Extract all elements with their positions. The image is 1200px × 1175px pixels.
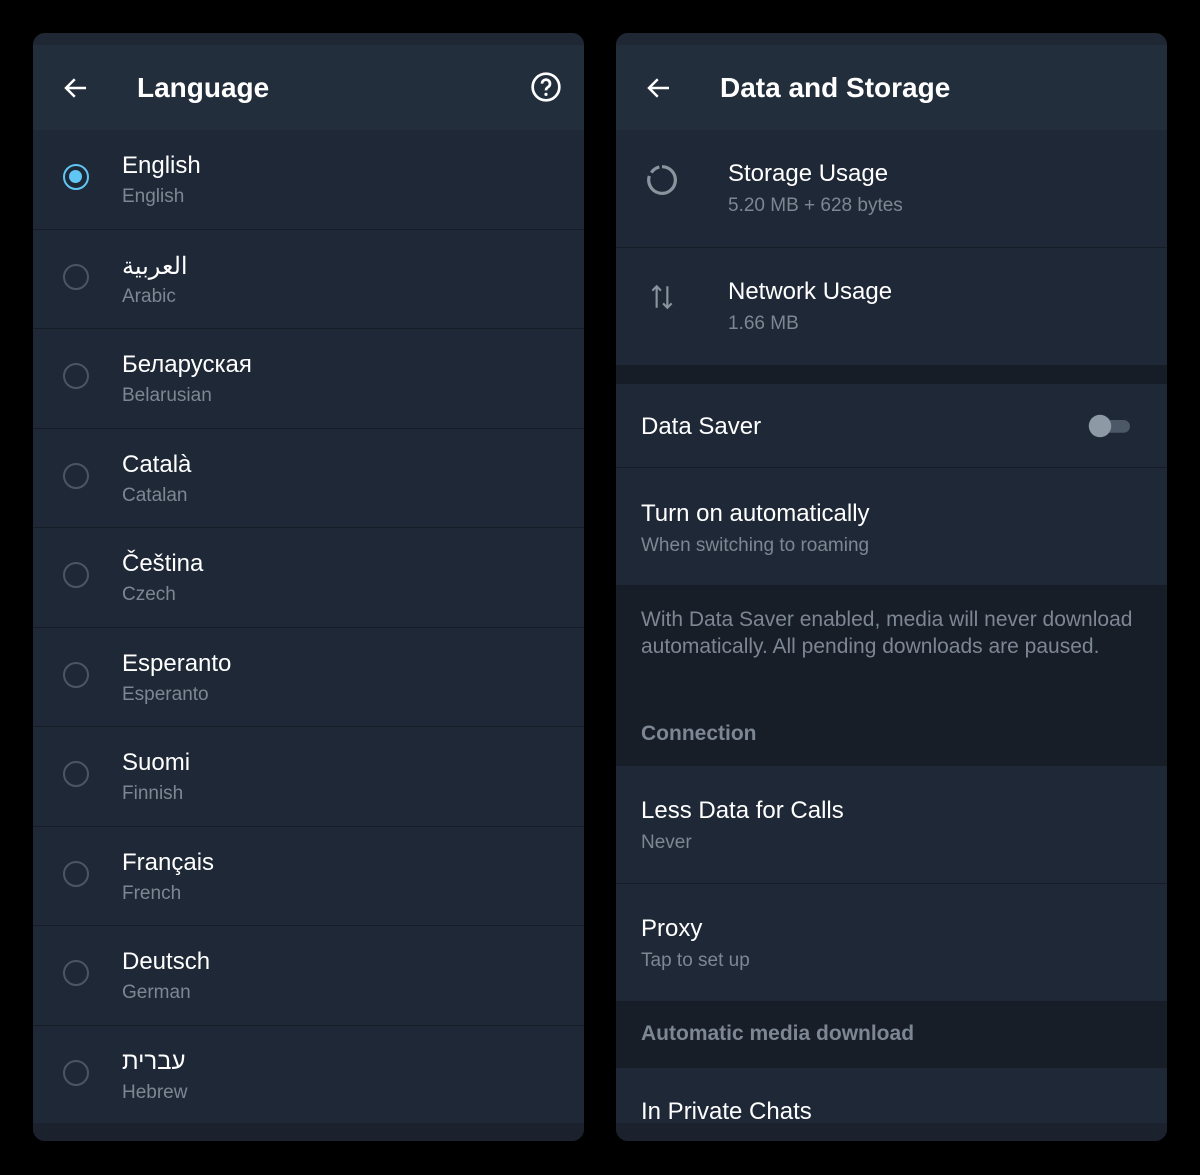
media-download-header: Automatic media download <box>641 1022 915 1045</box>
status-strip <box>616 33 1167 45</box>
data-storage-screen: Data and Storage Storage Usage 5.20 MB +… <box>616 33 1167 1141</box>
language-native-name: Čeština <box>122 550 204 577</box>
language-native-name: Беларуская <box>122 351 252 378</box>
network-usage-row[interactable]: Network Usage 1.66 MB <box>616 248 1167 366</box>
bottom-bar <box>33 1123 584 1141</box>
less-data-calls-row[interactable]: Less Data for Calls Never <box>616 766 1167 884</box>
proxy-value: Tap to set up <box>641 950 750 971</box>
language-native-name: Suomi <box>122 749 191 776</box>
bottom-bar <box>616 1123 1167 1141</box>
proxy-label: Proxy <box>641 915 703 942</box>
language-english-name: French <box>122 882 182 904</box>
radio-button[interactable] <box>63 164 89 190</box>
language-item[interactable]: English English <box>33 130 584 230</box>
turn-on-automatically-row[interactable]: Turn on automatically When switching to … <box>616 468 1167 586</box>
language-english-name: German <box>122 982 191 1003</box>
language-item[interactable]: Deutsch German <box>33 926 584 1026</box>
language-english-name: Czech <box>122 584 176 605</box>
language-english-name: Finnish <box>122 783 184 804</box>
status-strip <box>33 33 584 45</box>
data-saver-row[interactable]: Data Saver <box>616 384 1167 468</box>
turn-on-label: Turn on automatically <box>641 500 870 527</box>
language-native-name: Français <box>122 848 215 876</box>
radio-button[interactable] <box>63 263 89 290</box>
app-bar: Language <box>33 45 584 130</box>
turn-on-value: When switching to roaming <box>641 535 870 556</box>
language-native-name: العربية <box>122 252 188 280</box>
pie-chart-icon <box>647 165 677 195</box>
language-native-name: Deutsch <box>122 948 211 975</box>
radio-button[interactable] <box>63 960 89 986</box>
language-native-name: עברית <box>122 1047 186 1075</box>
storage-usage-label: Storage Usage <box>728 160 889 187</box>
proxy-row[interactable]: Proxy Tap to set up <box>616 884 1167 1002</box>
data-saver-info: With Data Saver enabled, media will neve… <box>616 586 1167 766</box>
language-item[interactable]: Беларуская Belarusian <box>33 329 584 429</box>
language-item[interactable]: Esperanto Esperanto <box>33 628 584 727</box>
radio-button[interactable] <box>63 860 89 887</box>
page-title: Data and Storage <box>720 72 951 103</box>
radio-button[interactable] <box>63 562 89 588</box>
network-usage-label: Network Usage <box>728 278 893 305</box>
language-item[interactable]: Suomi Finnish <box>33 727 584 827</box>
data-saver-label: Data Saver <box>641 413 762 440</box>
radio-button[interactable] <box>63 363 89 389</box>
app-bar: Data and Storage <box>616 45 1167 130</box>
radio-button[interactable] <box>63 462 89 489</box>
calls-value: Never <box>641 832 692 853</box>
storage-usage-value: 5.20 MB + 628 bytes <box>728 195 903 216</box>
arrow-left-icon[interactable] <box>644 73 674 103</box>
language-native-name: Esperanto <box>122 649 232 677</box>
language-screen: Language English English العربية Arabic … <box>33 33 584 1141</box>
radio-button[interactable] <box>63 661 89 688</box>
calls-label: Less Data for Calls <box>641 797 844 824</box>
info-text: With Data Saver enabled, media will neve… <box>641 608 1133 658</box>
question-circle-icon[interactable] <box>530 71 562 103</box>
page-title: Language <box>137 72 270 103</box>
language-english-name: Esperanto <box>122 683 209 705</box>
language-english-name: Hebrew <box>122 1081 188 1103</box>
language-item[interactable]: Čeština Czech <box>33 528 584 628</box>
data-saver-toggle[interactable] <box>1081 414 1137 438</box>
language-english-name: English <box>122 186 185 207</box>
language-native-name: Català <box>122 450 192 478</box>
network-usage-value: 1.66 MB <box>728 313 799 334</box>
arrows-up-down-icon <box>651 284 673 310</box>
language-item[interactable]: Català Catalan <box>33 429 584 528</box>
language-native-name: English <box>122 152 201 179</box>
language-item[interactable]: עברית Hebrew <box>33 1026 584 1125</box>
language-item[interactable]: Français French <box>33 827 584 926</box>
language-list: English English العربية Arabic Беларуска… <box>33 130 584 1125</box>
media-download-section: Automatic media download <box>616 1002 1167 1068</box>
connection-header: Connection <box>641 722 757 745</box>
private-chats-label: In Private Chats <box>641 1098 812 1125</box>
language-english-name: Catalan <box>122 484 188 506</box>
radio-button[interactable] <box>63 761 89 787</box>
language-item[interactable]: العربية Arabic <box>33 230 584 329</box>
arrow-left-icon[interactable] <box>61 73 91 103</box>
section-divider <box>616 366 1167 384</box>
language-english-name: Belarusian <box>122 385 212 406</box>
radio-button[interactable] <box>63 1059 89 1086</box>
language-english-name: Arabic <box>122 285 176 307</box>
storage-usage-row[interactable]: Storage Usage 5.20 MB + 628 bytes <box>616 130 1167 248</box>
